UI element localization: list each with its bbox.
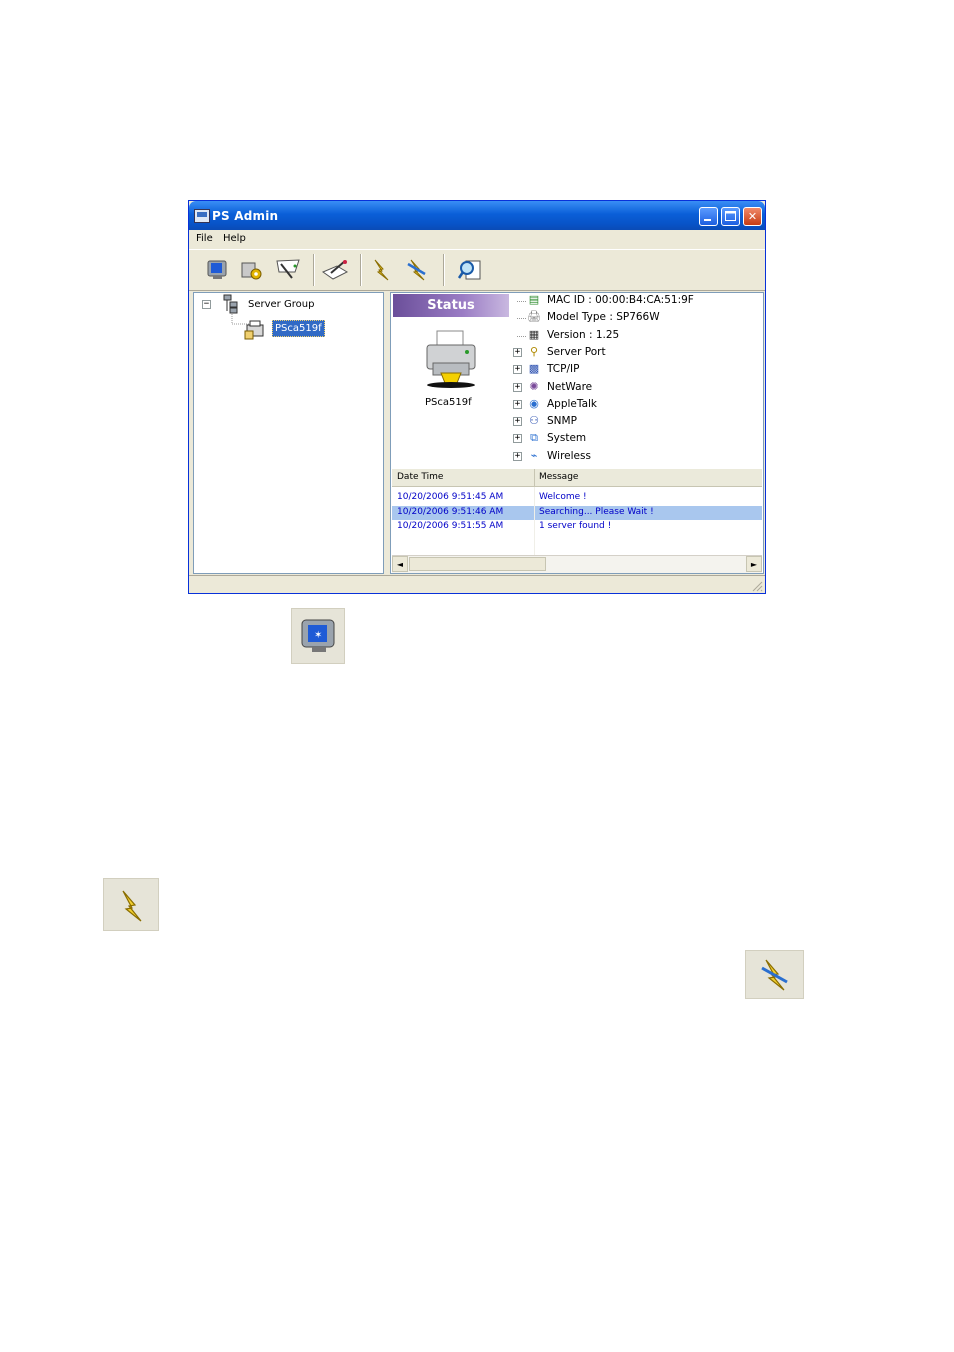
lightning-icon bbox=[374, 259, 389, 281]
ps-admin-window: PS Admin ✕ File Help − Server Group PSca… bbox=[188, 200, 766, 594]
settings-button[interactable] bbox=[237, 255, 267, 285]
system-icon: ⧉ bbox=[530, 431, 538, 445]
netware-icon: ✺ bbox=[529, 379, 539, 393]
print-server-icon bbox=[244, 320, 264, 340]
monitor-icon bbox=[207, 260, 227, 279]
property-expand-toggle[interactable]: + bbox=[513, 382, 522, 392]
minimize-icon bbox=[704, 219, 711, 221]
property-label: NetWare bbox=[547, 380, 593, 393]
wizard-button[interactable] bbox=[320, 255, 350, 285]
title-bar[interactable]: PS Admin ✕ bbox=[189, 201, 765, 230]
grid-icon: ▩ bbox=[528, 362, 540, 376]
version-icon: ▦ bbox=[528, 327, 540, 341]
toolbar bbox=[189, 249, 765, 291]
monitor-button[interactable] bbox=[202, 255, 232, 285]
close-icon: ✕ bbox=[747, 210, 758, 223]
property-expand-toggle[interactable]: + bbox=[513, 347, 522, 357]
property-label: System bbox=[547, 432, 587, 445]
apple-icon: ◉ bbox=[529, 396, 539, 410]
maximize-icon bbox=[725, 211, 736, 221]
minimize-button[interactable] bbox=[699, 207, 718, 226]
property-label: SNMP bbox=[547, 415, 577, 428]
printer-small-icon: 🖨 bbox=[527, 310, 541, 324]
status-bar bbox=[189, 575, 765, 594]
property-label: AppleTalk bbox=[547, 397, 597, 410]
disconnect-button[interactable] bbox=[402, 255, 432, 285]
scroll-thumb[interactable] bbox=[409, 557, 546, 571]
property-label: MAC ID : 00:00:B4:CA:51:9F bbox=[547, 294, 694, 306]
find-button[interactable] bbox=[455, 255, 485, 285]
status-banner: Status bbox=[393, 294, 509, 317]
log-message: Searching... Please Wait ! bbox=[539, 506, 654, 517]
log-header: Date Time Message bbox=[392, 469, 762, 487]
property-expand-toggle[interactable]: + bbox=[513, 417, 522, 427]
log-row[interactable]: 10/20/2006 9:51:55 AM 1 server found ! bbox=[392, 520, 762, 534]
port-icon: ⚲ bbox=[529, 344, 539, 358]
property-label: Wireless bbox=[547, 449, 591, 462]
scroll-right-arrow-icon[interactable]: ► bbox=[746, 556, 762, 572]
horizontal-scrollbar[interactable]: ◄ ► bbox=[392, 555, 762, 573]
lightning-icon-large bbox=[103, 878, 159, 931]
wizard-icon bbox=[321, 260, 349, 280]
property-expand-toggle[interactable]: + bbox=[513, 434, 522, 444]
scroll-left-arrow-icon[interactable]: ◄ bbox=[392, 556, 408, 572]
search-button[interactable] bbox=[273, 255, 303, 285]
property-expand-toggle[interactable]: + bbox=[513, 399, 522, 409]
search-wand-icon bbox=[276, 259, 300, 279]
server-tree-pane: − Server Group PSca519f bbox=[193, 292, 384, 574]
log-datetime: 10/20/2006 9:51:46 AM bbox=[397, 506, 504, 517]
lightning-cancel-icon bbox=[407, 259, 426, 281]
log-datetime: 10/20/2006 9:51:55 AM bbox=[397, 521, 504, 531]
menu-file[interactable]: File bbox=[196, 233, 213, 244]
connect-button[interactable] bbox=[366, 255, 396, 285]
svg-text:✶: ✶ bbox=[314, 630, 322, 641]
property-expand-toggle[interactable]: + bbox=[513, 365, 522, 375]
property-label: Server Port bbox=[547, 345, 606, 358]
window-title: PS Admin bbox=[212, 209, 279, 223]
magnifier-icon bbox=[457, 260, 481, 280]
menu-bar: File Help bbox=[189, 230, 765, 248]
menu-help[interactable]: Help bbox=[223, 233, 246, 244]
close-button[interactable]: ✕ bbox=[743, 207, 762, 226]
printer-name-label: PSca519f bbox=[425, 397, 472, 408]
snmp-icon: ⚇ bbox=[529, 414, 539, 428]
gear-settings-icon bbox=[241, 262, 262, 280]
property-label: TCP/IP bbox=[547, 363, 580, 376]
log-row[interactable]: 10/20/2006 9:51:46 AM Searching... Please… bbox=[392, 505, 762, 520]
wireless-icon: ⌁ bbox=[530, 448, 538, 462]
monitor-icon-large: ✶ bbox=[291, 608, 345, 664]
printer-icon bbox=[426, 330, 476, 388]
column-message[interactable]: Message bbox=[539, 472, 578, 482]
property-label: Model Type : SP766W bbox=[547, 311, 660, 324]
log-message: 1 server found ! bbox=[539, 521, 612, 531]
property-label: Version : 1.25 bbox=[547, 328, 620, 341]
resize-grip-icon[interactable] bbox=[751, 580, 763, 592]
log-row[interactable]: 10/20/2006 9:51:45 AM Welcome ! bbox=[392, 491, 762, 505]
maximize-button[interactable] bbox=[721, 207, 740, 226]
nic-icon: ▤ bbox=[528, 293, 540, 306]
log-message: Welcome ! bbox=[539, 492, 587, 502]
tree-item-server-group[interactable]: Server Group bbox=[248, 299, 314, 310]
property-expand-toggle[interactable]: + bbox=[513, 451, 522, 461]
tree-collapse-toggle[interactable]: − bbox=[202, 300, 211, 309]
tree-item-server[interactable]: PSca519f bbox=[272, 320, 325, 337]
log-datetime: 10/20/2006 9:51:45 AM bbox=[397, 492, 504, 502]
server-group-icon bbox=[223, 294, 238, 314]
lightning-cancel-icon-large bbox=[745, 950, 804, 999]
app-icon bbox=[194, 209, 210, 223]
column-datetime[interactable]: Date Time bbox=[397, 472, 443, 482]
server-detail-pane: Status PSca519f ▤ MAC ID : 00:00:B4:CA:51… bbox=[390, 292, 764, 574]
